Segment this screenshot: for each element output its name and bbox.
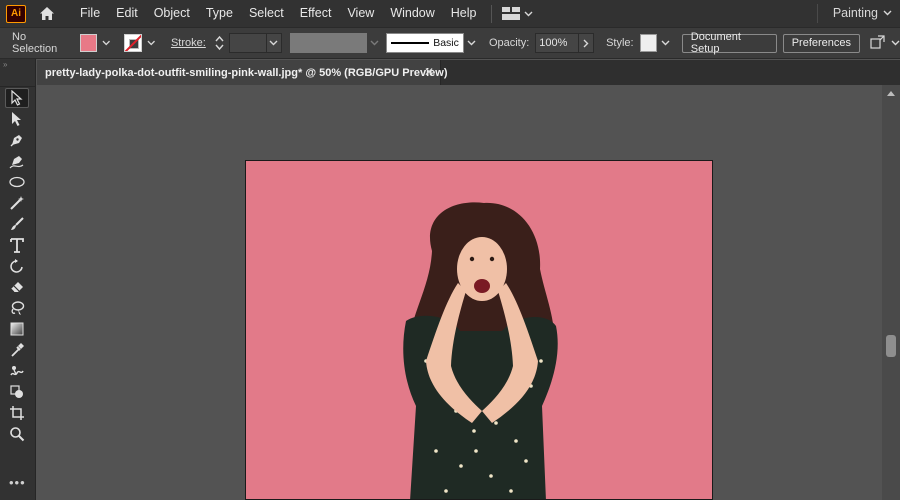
variable-width-profile[interactable] xyxy=(289,33,367,53)
style-label: Style: xyxy=(606,37,634,49)
chevron-down-icon[interactable] xyxy=(883,10,892,16)
menu-object[interactable]: Object xyxy=(146,0,198,27)
tools-panel: » ••• xyxy=(0,59,36,500)
placed-photo[interactable] xyxy=(246,161,713,500)
scroll-up-icon[interactable] xyxy=(887,91,895,96)
menu-view[interactable]: View xyxy=(339,0,382,27)
pen-tool-icon[interactable] xyxy=(5,130,29,150)
zoom-tool-icon[interactable] xyxy=(5,424,29,444)
menu-file[interactable]: File xyxy=(72,0,108,27)
stroke-swatch[interactable] xyxy=(124,34,142,52)
menu-help[interactable]: Help xyxy=(443,0,485,27)
home-icon[interactable] xyxy=(34,3,60,25)
photo-dress xyxy=(403,315,558,499)
ellipse-tool-icon[interactable] xyxy=(5,172,29,192)
arrange-button[interactable] xyxy=(870,35,900,51)
graphic-style-dropdown[interactable] xyxy=(659,33,672,53)
stroke-weight-input[interactable] xyxy=(229,33,267,53)
tools-panel-header[interactable] xyxy=(0,69,35,87)
document-setup-button[interactable]: Document Setup xyxy=(681,31,777,55)
selection-status: No Selection xyxy=(12,31,58,55)
edit-toolbar-icon[interactable]: ••• xyxy=(9,475,26,490)
chevron-right-icon xyxy=(583,39,589,47)
opacity-slider-button[interactable] xyxy=(578,33,595,53)
brush-dropdown[interactable] xyxy=(464,33,479,53)
stroke-label[interactable]: Stroke: xyxy=(171,37,206,49)
menu-effect[interactable]: Effect xyxy=(292,0,340,27)
preferences-button[interactable]: Preferences xyxy=(782,33,861,53)
arrange-documents-icon xyxy=(501,7,520,20)
fill-swatch[interactable] xyxy=(79,34,98,52)
gradient-tool-icon[interactable] xyxy=(5,319,29,339)
menu-divider xyxy=(490,4,492,23)
chevron-down-icon xyxy=(370,40,379,46)
rotate-tool-icon[interactable] xyxy=(5,256,29,276)
eraser-tool-icon[interactable] xyxy=(5,277,29,297)
graphic-style-swatch[interactable] xyxy=(639,34,657,52)
brush-stroke-preview xyxy=(390,42,430,44)
panel-collapse-grip[interactable]: » xyxy=(0,59,35,69)
arrange-icon xyxy=(870,35,885,49)
spinner-arrows-icon xyxy=(215,35,224,51)
chevron-down-icon xyxy=(467,40,476,46)
menu-select[interactable]: Select xyxy=(241,0,292,27)
opacity-input[interactable]: 100% xyxy=(535,33,579,53)
stroke-weight-stepper[interactable] xyxy=(214,33,225,53)
illustrator-logo: Ai xyxy=(6,4,26,23)
eyedropper-tool-icon[interactable] xyxy=(5,340,29,360)
magic-wand-tool-icon[interactable] xyxy=(5,193,29,213)
close-icon[interactable]: ✕ xyxy=(424,65,434,79)
type-tool-icon[interactable] xyxy=(5,235,29,255)
chevron-down-icon xyxy=(891,40,900,46)
paintbrush-tool-icon[interactable] xyxy=(5,214,29,234)
menu-type[interactable]: Type xyxy=(198,0,241,27)
lasso-tool-icon[interactable] xyxy=(5,298,29,318)
stroke-weight-dropdown[interactable] xyxy=(266,33,282,53)
brush-name: Basic xyxy=(433,37,459,49)
canvas-area[interactable] xyxy=(37,85,882,500)
direct-selection-tool-icon[interactable] xyxy=(5,109,29,129)
vertical-scrollbar[interactable] xyxy=(882,85,900,500)
document-tab-title: pretty-lady-polka-dot-outfit-smiling-pin… xyxy=(45,66,448,79)
menu-edit[interactable]: Edit xyxy=(108,0,146,27)
chevron-down-icon[interactable] xyxy=(102,40,110,46)
menu-bar: Ai File Edit Object Type Select Effect V… xyxy=(0,0,900,27)
chevron-down-icon xyxy=(269,40,278,46)
document-tab-bar: pretty-lady-polka-dot-outfit-smiling-pin… xyxy=(37,60,900,85)
scrollbar-thumb[interactable] xyxy=(886,335,896,357)
workspace-divider xyxy=(817,4,818,23)
document-tab[interactable]: pretty-lady-polka-dot-outfit-smiling-pin… xyxy=(37,60,447,85)
chevron-down-icon xyxy=(524,11,532,16)
variable-width-dropdown[interactable] xyxy=(367,33,382,53)
artboard-tool-icon[interactable] xyxy=(5,403,29,423)
puppet-warp-tool-icon[interactable] xyxy=(5,361,29,381)
brush-definition[interactable]: Basic xyxy=(385,33,464,53)
artboard[interactable] xyxy=(245,160,713,500)
curvature-tool-icon[interactable] xyxy=(5,151,29,171)
shape-builder-tool-icon[interactable] xyxy=(5,382,29,402)
arrange-documents-button[interactable] xyxy=(501,7,533,20)
opacity-label[interactable]: Opacity: xyxy=(489,37,529,49)
workspace-switcher[interactable]: Painting xyxy=(833,0,878,27)
control-bar: No Selection Stroke: Basic Opacity: 100%… xyxy=(0,27,900,59)
chevron-down-icon xyxy=(661,40,670,46)
selection-tool-icon[interactable] xyxy=(5,88,29,108)
menu-window[interactable]: Window xyxy=(382,0,442,27)
chevron-down-icon[interactable] xyxy=(146,40,155,46)
